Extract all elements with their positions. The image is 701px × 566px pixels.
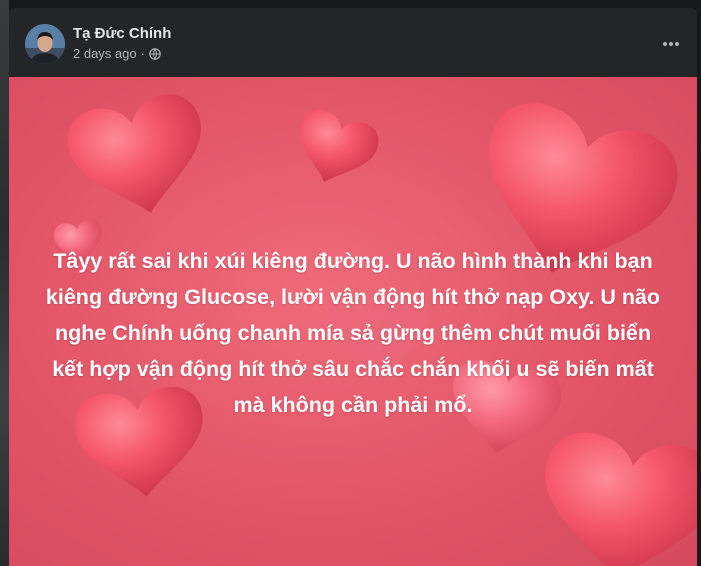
more-horizontal-icon (663, 42, 679, 46)
background-strip (0, 0, 9, 566)
post-card: Tạ Đức Chính 2 days ago · Tâyy rất sai k… (9, 8, 697, 566)
post-header: Tạ Đức Chính 2 days ago · (9, 8, 697, 76)
post-meta: 2 days ago · (73, 46, 161, 61)
meta-separator: · (140, 46, 145, 61)
post-timestamp[interactable]: 2 days ago (73, 46, 137, 61)
author-name[interactable]: Tạ Đức Chính (73, 25, 171, 42)
post-media[interactable]: Tâyy rất sai khi xúi kiêng đường. U não … (9, 77, 697, 566)
avatar[interactable] (25, 24, 65, 64)
more-options-button[interactable] (653, 26, 689, 62)
avatar-image (25, 24, 65, 64)
globe-icon[interactable] (149, 47, 161, 60)
post-text: Tâyy rất sai khi xúi kiêng đường. U não … (45, 249, 661, 417)
